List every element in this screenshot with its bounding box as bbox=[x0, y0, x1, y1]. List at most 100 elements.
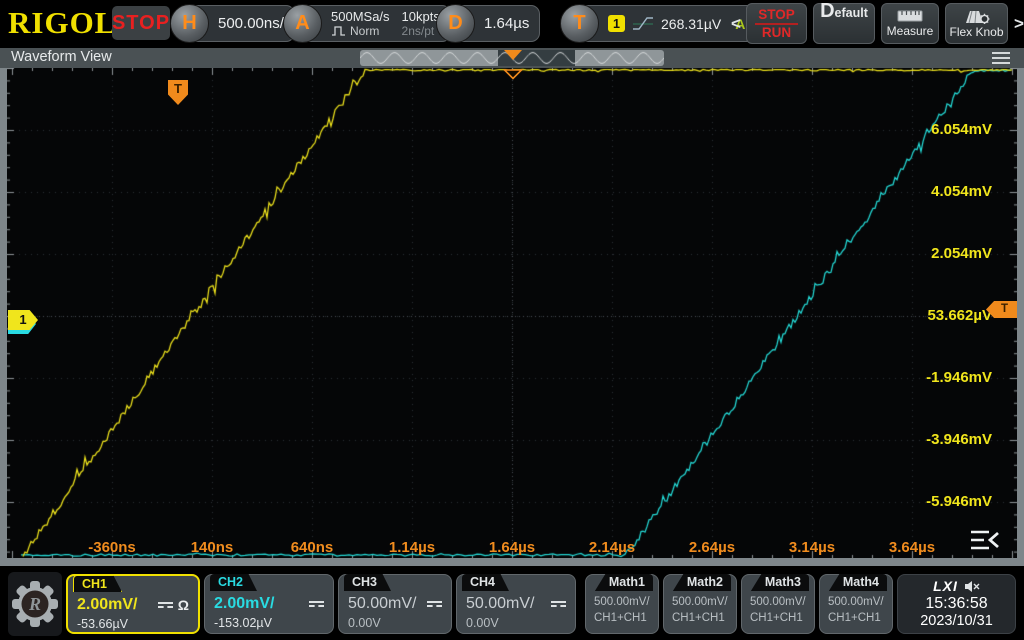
toolbar-prev-icon[interactable]: < bbox=[731, 14, 740, 34]
x-axis-label: 3.64µs bbox=[872, 539, 952, 556]
channel-card-ch2[interactable]: CH2 2.00mV/ -153.02µV bbox=[204, 574, 334, 634]
channel-tab-ch4[interactable]: CH4 bbox=[462, 574, 509, 591]
channel-tab-ch2[interactable]: CH2 bbox=[210, 574, 257, 591]
sample-rate: 500MSa/s bbox=[331, 9, 390, 24]
lxi-logo: LXI bbox=[933, 578, 958, 594]
top-menu-bar: RIGOL STOP H 500.00ns/ A 500MSa/s Norm bbox=[0, 0, 1024, 47]
rigol-logo: RIGOL bbox=[8, 5, 116, 41]
math2-expression: CH1+CH1 bbox=[672, 612, 728, 624]
system-status-card[interactable]: LXI 15:36:58 2023/10/31 bbox=[897, 574, 1016, 634]
system-time: 15:36:58 bbox=[898, 594, 1015, 613]
horizontal-center-marker[interactable] bbox=[503, 69, 523, 80]
acq-mode: Norm bbox=[350, 24, 379, 39]
y-axis-label: -1.946mV bbox=[852, 369, 992, 386]
y-axis-label: 6.054mV bbox=[852, 121, 992, 138]
dc-coupling-icon bbox=[551, 601, 566, 607]
math-tab-math4[interactable]: Math4 bbox=[829, 574, 887, 591]
y-axis-label: 53.662µV bbox=[852, 307, 992, 324]
speaker-muted-icon bbox=[964, 580, 980, 593]
pulse-icon bbox=[331, 26, 346, 36]
x-axis-label: -360ns bbox=[72, 539, 152, 556]
default-button[interactable]: Default bbox=[813, 3, 875, 44]
math4-expression: CH1+CH1 bbox=[828, 612, 884, 624]
ruler-icon bbox=[897, 9, 923, 23]
ch4-offset: 0.00V bbox=[466, 616, 566, 630]
toolbar-next-icon[interactable]: > bbox=[1014, 14, 1023, 34]
ch2-scale: 2.00mV/ bbox=[214, 595, 274, 613]
dc-coupling-icon bbox=[309, 601, 324, 607]
math1-expression: CH1+CH1 bbox=[594, 612, 650, 624]
x-axis-label: 1.14µs bbox=[372, 539, 452, 556]
stop-run-button[interactable]: STOP RUN bbox=[746, 3, 807, 44]
channel-status-bar: R CH1 2.00mV/ Ω -53.66µV CH2 2.00mV/ -15… bbox=[0, 570, 1024, 640]
dc-coupling-icon bbox=[158, 602, 173, 608]
delay-knob[interactable]: D bbox=[436, 4, 475, 43]
waveform-view-window: Waveform View T 1 T -360ns 140ns 640ns 1… bbox=[0, 48, 1024, 566]
knob-icon bbox=[962, 9, 992, 24]
math-card-math1[interactable]: Math1 500.00mV/ CH1+CH1 bbox=[585, 574, 659, 634]
math-tab-math1[interactable]: Math1 bbox=[595, 574, 653, 591]
hamburger-menu-icon[interactable] bbox=[992, 52, 1010, 67]
system-gear-button[interactable]: R bbox=[8, 572, 62, 636]
horizontal-knob[interactable]: H bbox=[170, 4, 209, 43]
ch2-offset: -153.02µV bbox=[214, 616, 324, 630]
run-label: RUN bbox=[762, 26, 791, 40]
x-axis-label: 640ns bbox=[272, 539, 352, 556]
trigger-rising-edge-icon bbox=[632, 15, 654, 32]
impedance-label: Ω bbox=[178, 597, 189, 613]
math-card-math2[interactable]: Math2 500.00mV/ CH1+CH1 bbox=[663, 574, 737, 634]
math-card-math4[interactable]: Math4 500.00mV/ CH1+CH1 bbox=[819, 574, 893, 634]
math-tab-math2[interactable]: Math2 bbox=[673, 574, 731, 591]
dc-coupling-icon bbox=[427, 601, 442, 607]
rigol-gear-icon: R bbox=[10, 579, 60, 629]
y-axis-label: -3.946mV bbox=[852, 431, 992, 448]
x-axis-label: 1.64µs bbox=[472, 539, 552, 556]
y-axis-label: 4.054mV bbox=[852, 183, 992, 200]
math2-scale: 500.00mV/ bbox=[672, 596, 728, 608]
math3-scale: 500.00mV/ bbox=[750, 596, 806, 608]
ch4-scale: 50.00mV/ bbox=[466, 595, 534, 613]
ch3-offset: 0.00V bbox=[348, 616, 442, 630]
measure-button[interactable]: Measure bbox=[881, 3, 939, 44]
math-card-math3[interactable]: Math3 500.00mV/ CH1+CH1 bbox=[741, 574, 815, 634]
flex-knob-label: Flex Knob bbox=[949, 25, 1003, 39]
y-axis-label: -5.946mV bbox=[852, 493, 992, 510]
view-title: Waveform View bbox=[11, 49, 112, 65]
math1-scale: 500.00mV/ bbox=[594, 596, 650, 608]
math4-scale: 500.00mV/ bbox=[828, 596, 884, 608]
oscilloscope-screen: RIGOL STOP H 500.00ns/ A 500MSa/s Norm bbox=[0, 0, 1024, 640]
horizontal-scale-group: H 500.00ns/ bbox=[170, 4, 295, 43]
acquire-knob[interactable]: A bbox=[283, 4, 322, 43]
svg-text:R: R bbox=[28, 594, 41, 614]
plot-menu-icon[interactable] bbox=[969, 528, 1001, 552]
channel-card-ch3[interactable]: CH3 50.00mV/ 0.00V bbox=[338, 574, 452, 634]
system-date: 2023/10/31 bbox=[898, 613, 1015, 629]
h-scale-text: 500.00ns/ bbox=[218, 15, 284, 32]
trigger-source-badge: 1 bbox=[608, 15, 625, 32]
toolbar: < STOP RUN Default Measure bbox=[731, 3, 1023, 44]
math3-expression: CH1+CH1 bbox=[750, 612, 806, 624]
delay-group: D 1.64µs bbox=[436, 4, 540, 43]
ch1-scale: 2.00mV/ bbox=[77, 596, 137, 614]
trigger-knob[interactable]: T bbox=[560, 4, 599, 43]
acquisition-state-badge: STOP bbox=[112, 6, 170, 40]
measure-label: Measure bbox=[887, 24, 934, 38]
channel-tab-ch1[interactable]: CH1 bbox=[73, 575, 122, 592]
ch1-offset: -53.66µV bbox=[77, 617, 189, 631]
math-tab-math3[interactable]: Math3 bbox=[751, 574, 809, 591]
channel-card-ch4[interactable]: CH4 50.00mV/ 0.00V bbox=[456, 574, 576, 634]
trigger-level-value: 268.31µV bbox=[661, 16, 721, 32]
channel-card-ch1[interactable]: CH1 2.00mV/ Ω -53.66µV bbox=[66, 574, 200, 634]
x-axis-label: 140ns bbox=[172, 539, 252, 556]
d-value-text: 1.64µs bbox=[484, 15, 529, 32]
flex-knob-button[interactable]: Flex Knob bbox=[945, 3, 1008, 44]
trigger-group: T 1 268.31µV A bbox=[560, 4, 756, 43]
ch3-scale: 50.00mV/ bbox=[348, 595, 416, 613]
x-axis-label: 2.14µs bbox=[572, 539, 652, 556]
waveform-display-area[interactable]: T 1 T -360ns 140ns 640ns 1.14µs 1.64µs 2… bbox=[7, 68, 1017, 558]
waveform-view-titlebar[interactable]: Waveform View bbox=[0, 48, 1024, 68]
channel-tab-ch3[interactable]: CH3 bbox=[344, 574, 391, 591]
y-axis-label: 2.054mV bbox=[852, 245, 992, 262]
preview-trigger-position-marker[interactable] bbox=[504, 50, 522, 60]
time-per-point: 2ns/pt bbox=[402, 24, 440, 39]
